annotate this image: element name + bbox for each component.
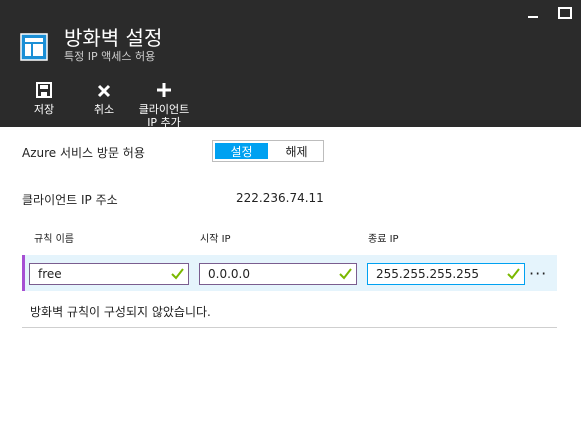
blade-header: 방화벽 설정 특정 IP 액세스 허용 저장 취소 클라이언트 IP 추가 [0,0,581,129]
firewall-blade-icon [20,33,48,61]
column-end-ip: 종료 IP [368,234,399,245]
valid-check-icon [339,267,352,283]
valid-check-icon [507,267,520,283]
divider [22,327,557,328]
toggle-off-option[interactable]: 해제 [270,141,323,161]
close-icon [76,78,132,98]
empty-rules-message: 방화벽 규칙이 구성되지 않았습니다. [30,305,211,319]
more-options-icon[interactable]: ··· [529,264,547,283]
cancel-button[interactable]: 취소 [76,78,132,116]
cancel-label: 취소 [93,103,115,116]
maximize-icon[interactable] [549,4,581,22]
page-subtitle: 특정 IP 액세스 허용 [64,50,156,63]
end-ip-input[interactable]: 255.255.255.255 [367,263,525,285]
rule-name-value: free [38,267,62,281]
save-label: 저장 [33,103,55,116]
azure-access-toggle: 설정 해제 [212,140,324,162]
minimize-icon[interactable] [517,4,549,22]
page-title: 방화벽 설정 [64,26,163,50]
add-client-ip-button[interactable]: 클라이언트 IP 추가 [136,78,192,129]
save-button[interactable]: 저장 [16,78,72,116]
azure-access-label: Azure 서비스 방문 허용 [22,146,145,160]
client-ip-label: 클라이언트 IP 주소 [22,193,118,207]
client-ip-value: 222.236.74.11 [236,191,324,205]
add-client-ip-label: 클라이언트 IP 추가 [138,103,190,129]
start-ip-input[interactable]: 0.0.0.0 [199,263,357,285]
toggle-on-option[interactable]: 설정 [215,143,268,159]
rule-name-input[interactable]: free [29,263,189,285]
valid-check-icon [171,267,184,283]
start-ip-value: 0.0.0.0 [208,267,250,281]
plus-icon [136,78,192,98]
column-rule-name: 규칙 이름 [34,234,74,245]
column-start-ip: 시작 IP [200,234,231,245]
end-ip-value: 255.255.255.255 [376,267,480,281]
save-icon [16,78,72,98]
window-controls [517,4,581,22]
